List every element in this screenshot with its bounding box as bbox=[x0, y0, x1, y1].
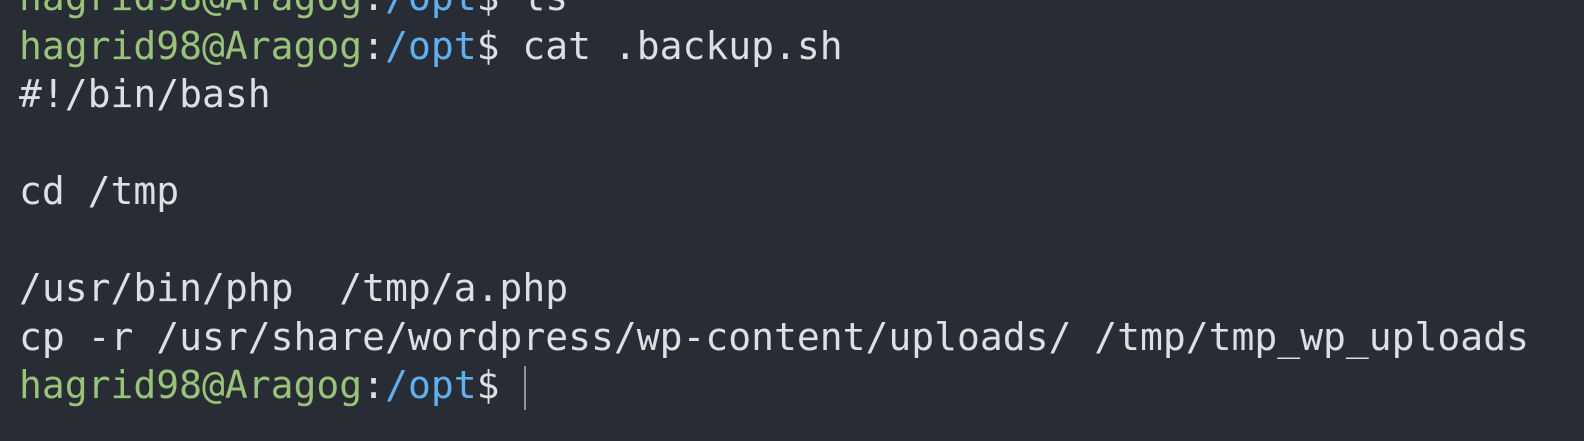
output-line-blank bbox=[19, 119, 1529, 168]
prompt-path: /opt bbox=[385, 363, 477, 407]
output-line: cd /tmp bbox=[19, 169, 180, 213]
prompt-command: ls bbox=[522, 0, 568, 19]
output-line: #!/bin/bash bbox=[19, 72, 271, 116]
prompt-symbol: $ bbox=[477, 0, 523, 19]
prompt-line-active[interactable]: hagrid98@Aragog:/opt$ bbox=[19, 361, 1529, 410]
output-line-blank bbox=[19, 216, 1529, 265]
prompt-separator: : bbox=[362, 23, 386, 68]
prompt-symbol: $ bbox=[476, 23, 523, 68]
prompt-user: hagrid98@Aragog bbox=[19, 23, 363, 68]
terminal-output: hagrid98@Aragog:/opt$ ls hagrid98@Aragog… bbox=[19, 0, 1529, 410]
prompt-command: cat .backup.sh bbox=[522, 23, 843, 68]
prompt-separator: : bbox=[362, 363, 386, 407]
prompt-path: /opt bbox=[385, 0, 477, 19]
prompt-symbol: $ bbox=[476, 363, 523, 407]
prompt-path: /opt bbox=[385, 23, 477, 68]
output-line: cp -r /usr/share/wordpress/wp-content/up… bbox=[19, 314, 1529, 359]
prompt-line-ls: hagrid98@Aragog:/opt$ ls bbox=[19, 0, 1529, 22]
prompt-line-cat: hagrid98@Aragog:/opt$ cat .backup.sh bbox=[19, 22, 1529, 71]
terminal-window[interactable]: hagrid98@Aragog:/opt$ ls hagrid98@Aragog… bbox=[0, 0, 1584, 441]
text-cursor bbox=[524, 365, 527, 410]
output-line: /usr/bin/php /tmp/a.php bbox=[19, 266, 569, 310]
prompt-separator: : bbox=[362, 0, 385, 19]
prompt-user: hagrid98@Aragog bbox=[19, 363, 363, 407]
prompt-user: hagrid98@Aragog bbox=[19, 0, 362, 19]
